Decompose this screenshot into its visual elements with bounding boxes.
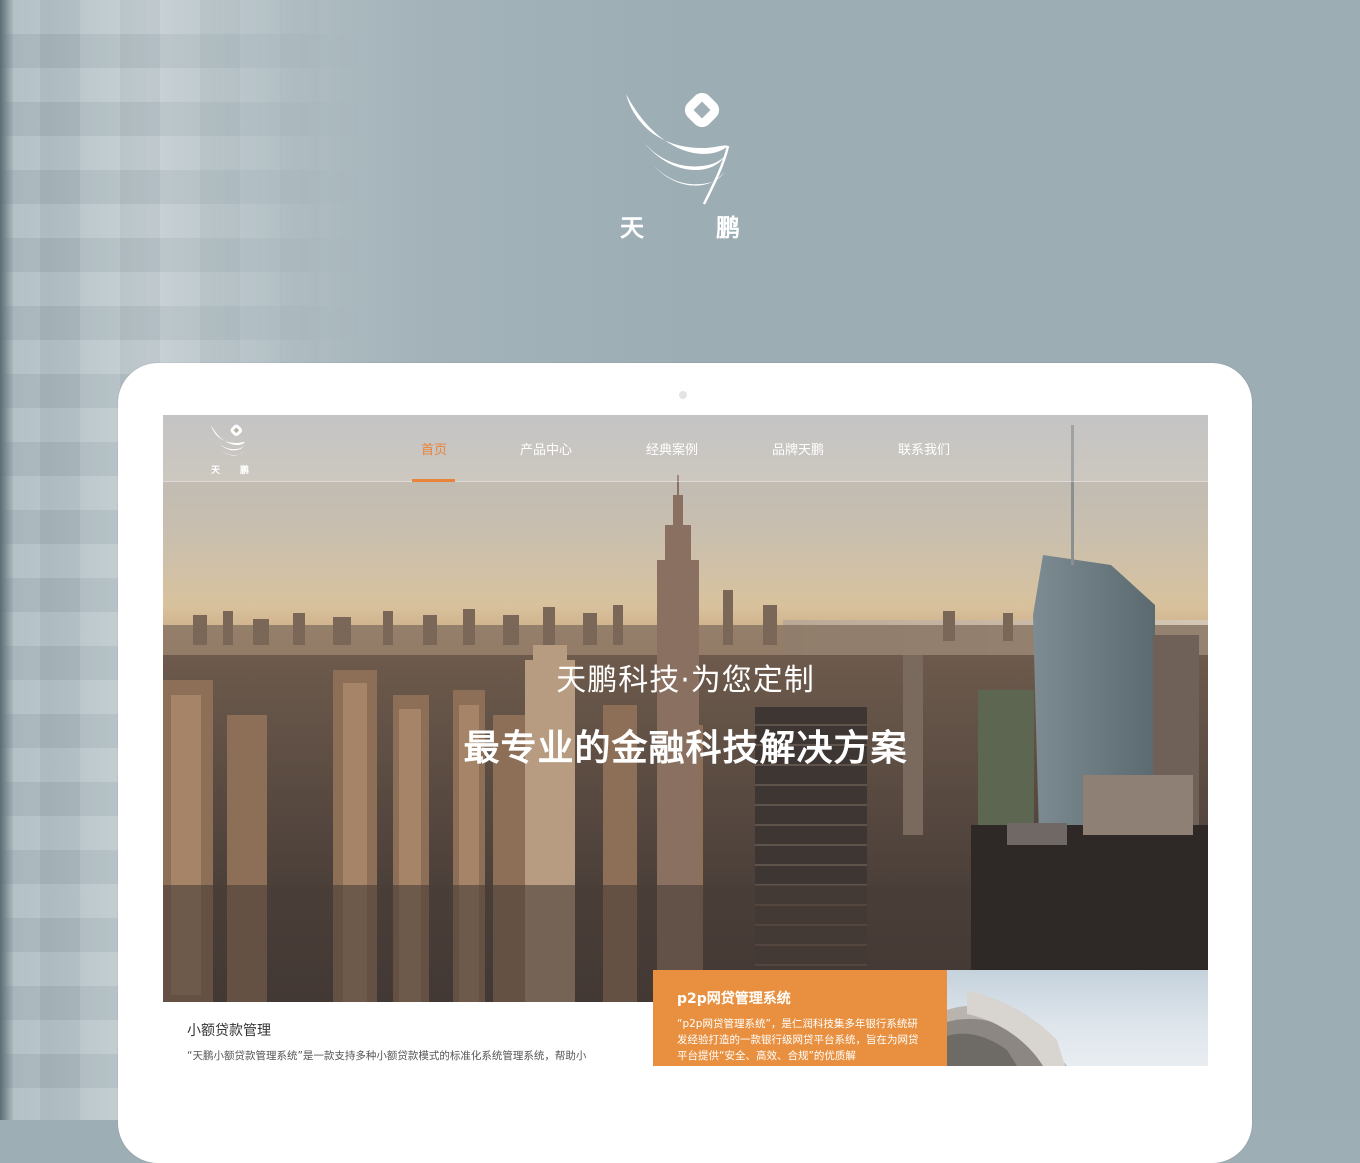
nav-item-home[interactable]: 首页 — [421, 439, 447, 458]
backdrop-edge-shadow — [0, 0, 14, 1120]
curved-building-image — [947, 990, 1067, 1066]
nav-item-cases[interactable]: 经典案例 — [646, 439, 698, 458]
p2p-card-text: “p2p网贷管理系统”，是仁润科技集多年银行系统研发经验打造的一款银行级网贷平台… — [677, 1018, 919, 1062]
nav-brand-char-1: 天 — [211, 466, 221, 476]
nav-item-products[interactable]: 产品中心 — [520, 439, 572, 458]
website-screen: 天 鹏 首页 产品中心 经典案例 品牌天鹏 联系我们 天鹏科技·为您定制 最专业… — [163, 415, 1208, 1066]
hero-subtitle: 天鹏科技·为您定制 — [556, 663, 815, 698]
architecture-photo — [947, 970, 1208, 1066]
nav-active-indicator — [412, 479, 455, 482]
nav-brand-char-2: 鹏 — [239, 466, 249, 476]
nav-brand-logo[interactable]: 天 鹏 — [209, 423, 249, 476]
hero-title: 最专业的金融科技解决方案 — [463, 728, 908, 769]
bird-logo-small-icon — [211, 424, 245, 456]
p2p-card-title: p2p网贷管理系统 — [677, 991, 791, 1007]
nav-item-brand[interactable]: 品牌天鹏 — [772, 439, 824, 458]
p2p-card[interactable]: p2p网贷管理系统 “p2p网贷管理系统”，是仁润科技集多年银行系统研发经验打造… — [653, 970, 947, 1066]
microloan-card-title: 小额贷款管理 — [187, 1023, 271, 1039]
nav-item-contact[interactable]: 联系我们 — [898, 439, 950, 458]
microloan-card[interactable]: 小额贷款管理 “天鹏小额贷款管理系统”是一款支持多种小额贷款模式的标准化系统管理… — [163, 1002, 653, 1066]
brand-logo: 天 鹏 — [620, 88, 740, 248]
city-skyline-image — [163, 425, 1208, 1002]
microloan-card-text: “天鹏小额贷款管理系统”是一款支持多种小额贷款模式的标准化系统管理系统，帮助小 — [187, 1050, 587, 1062]
hero-banner: 天 鹏 首页 产品中心 经典案例 品牌天鹏 联系我们 天鹏科技·为您定制 最专业… — [163, 415, 1208, 1002]
bird-logo-icon — [626, 92, 730, 205]
brand-char-1: 天 — [620, 213, 644, 242]
tablet-camera — [679, 391, 687, 399]
brand-char-2: 鹏 — [716, 213, 740, 242]
